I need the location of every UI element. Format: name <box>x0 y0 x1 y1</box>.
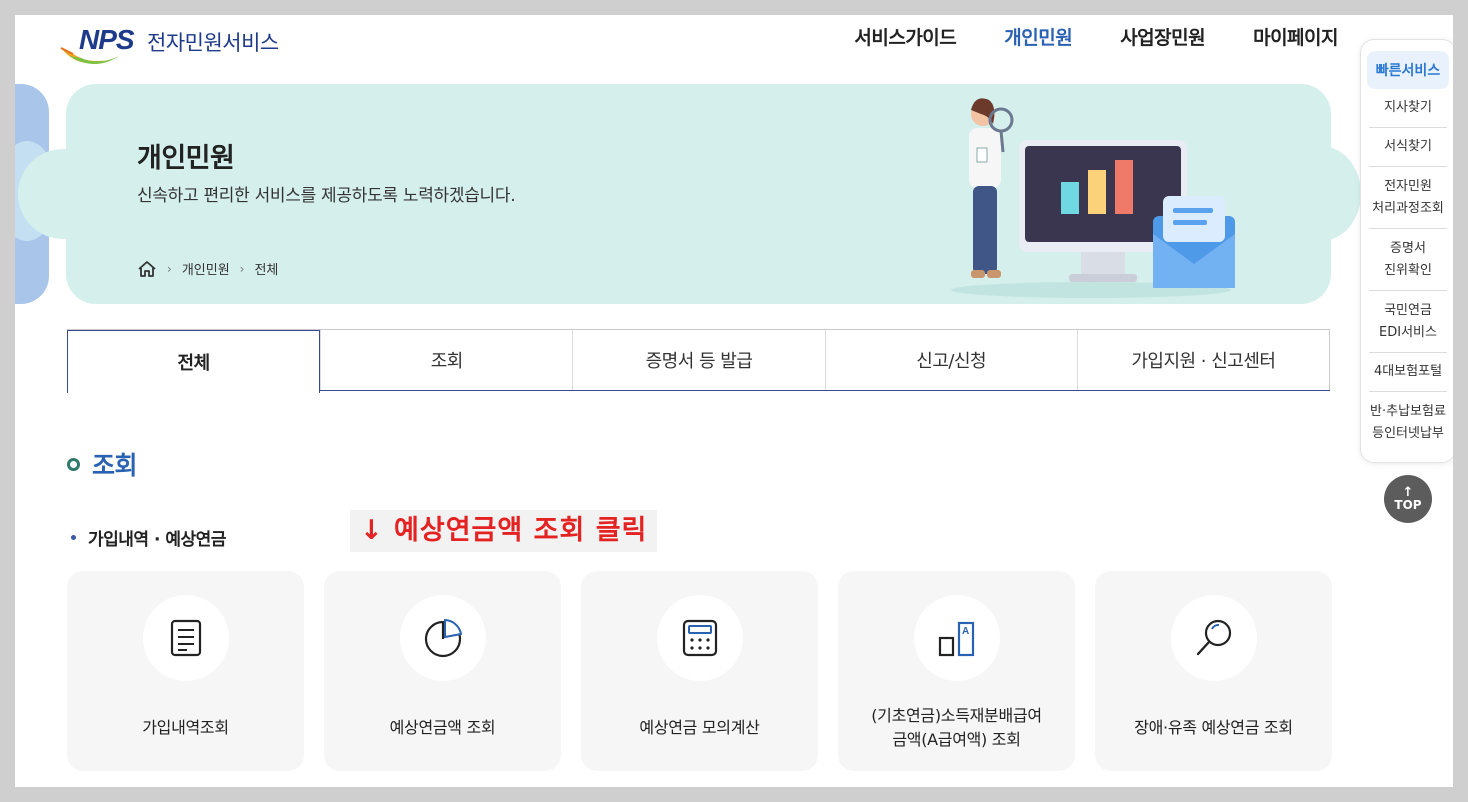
subsection-title: 가입내역 · 예상연금 <box>88 530 226 550</box>
card-label-line: (기초연금)소득재분배급여 <box>871 706 1042 725</box>
breadcrumb-current: 전체 <box>254 263 279 278</box>
card-expected-pension[interactable]: 예상연금액 조회 <box>324 571 561 771</box>
tab-certificate[interactable]: 증명서 등 발급 <box>572 330 825 390</box>
chevron-right-icon: › <box>167 261 172 276</box>
card-disability-survivor[interactable]: 장애·유족 예상연금 조회 <box>1095 571 1332 771</box>
card-label-line: 가입내역조회 <box>142 718 229 737</box>
quick-item-label: 증명서 <box>1390 240 1426 256</box>
card-icon-circle: A <box>913 595 1000 681</box>
quick-item-label: 지사찾기 <box>1384 100 1432 115</box>
service-cards: 가입내역조회 예상연금액 조회 예상연금 모의계산 A (기초연금)소득재분배급… <box>67 571 1332 771</box>
breadcrumb: › 개인민원 › 전체 <box>137 259 278 278</box>
quick-item-label: 등인터넷납부 <box>1372 426 1444 441</box>
subsection-heading: 가입내역 · 예상연금 <box>71 525 226 550</box>
tab-support-center[interactable]: 가입지원 · 신고센터 <box>1076 330 1331 390</box>
nav-service-guide[interactable]: 서비스가이드 <box>854 23 956 50</box>
banner-illustration <box>951 98 1235 298</box>
quick-item-certificate-verify[interactable]: 증명서진위확인 <box>1369 229 1447 291</box>
section-bullet-icon <box>67 457 80 471</box>
svg-text:A: A <box>962 626 969 637</box>
tab-all[interactable]: 전체 <box>67 330 321 393</box>
nav-business-civil[interactable]: 사업장민원 <box>1120 23 1205 50</box>
quick-item-label: 4대보험포털 <box>1373 364 1443 379</box>
quick-item-label: 서식찾기 <box>1384 139 1432 154</box>
card-label: 장애·유족 예상연금 조회 <box>1095 716 1332 740</box>
section-title: 조회 <box>92 451 138 480</box>
card-label-line: 금액(A급여액) 조회 <box>892 730 1021 749</box>
click-annotation: ↓ 예상연금액 조회 클릭 <box>350 510 658 552</box>
quick-item-process-status[interactable]: 전자민원처리과정조회 <box>1369 167 1447 229</box>
quick-item-label: 반·추납보험료 <box>1370 404 1446 419</box>
quick-item-form-finder[interactable]: 서식찾기 <box>1369 128 1447 167</box>
page-subtitle: 신속하고 편리한 서비스를 제공하도록 노력하겠습니다. <box>137 186 516 206</box>
category-tabs: 전체 조회 증명서 등 발급 신고/신청 가입지원 · 신고센터 <box>67 329 1331 393</box>
tab-report-apply[interactable]: 신고/신청 <box>824 330 1077 390</box>
subsection-bullet-icon <box>71 535 76 540</box>
quick-service-menu: 빠른서비스 지사찾기 서식찾기 전자민원처리과정조회 증명서진위확인 국민연금 E… <box>1360 39 1453 463</box>
section-heading: 조회 <box>67 446 138 482</box>
quick-item-label: 국민연금 <box>1384 302 1432 318</box>
nav-personal-civil[interactable]: 개인민원 <box>1004 23 1072 50</box>
card-label: 예상연금액 조회 <box>324 716 561 740</box>
global-nav: 서비스가이드 개인민원 사업장민원 마이페이지 <box>854 23 1338 50</box>
quick-item-insurance-portal[interactable]: 4대보험포털 <box>1369 353 1447 392</box>
quick-menu-title: 빠른서비스 <box>1367 51 1449 89</box>
magnifier-icon <box>1196 619 1231 656</box>
home-icon[interactable] <box>137 260 157 278</box>
card-icon-circle <box>399 595 486 681</box>
quick-item-label: 진위확인 <box>1384 262 1432 278</box>
quick-item-branch-finder[interactable]: 지사찾기 <box>1369 89 1447 128</box>
card-pension-simulation[interactable]: 예상연금 모의계산 <box>581 571 818 771</box>
scroll-top-button[interactable]: ↑ TOP <box>1384 475 1432 523</box>
quick-item-edi-service[interactable]: 국민연금 EDI서비스 <box>1369 291 1447 353</box>
card-label-line: 장애·유족 예상연금 조회 <box>1134 718 1293 737</box>
page-title: 개인민원 <box>137 143 235 174</box>
nps-wordmark: NPS <box>79 24 135 55</box>
card-icon-circle <box>1170 595 1257 681</box>
page-frame: NPS 전자민원서비스 서비스가이드 개인민원 사업장민원 마이페이지 개인민원… <box>15 15 1453 787</box>
nav-mypage[interactable]: 마이페이지 <box>1253 23 1338 50</box>
quick-item-label: EDI서비스 <box>1379 324 1437 340</box>
a-benefit-icon: A <box>938 621 974 657</box>
card-icon-circle <box>142 595 229 681</box>
logo-service-name: 전자민원서비스 <box>147 31 279 55</box>
card-icon-circle <box>656 595 743 681</box>
card-label: (기초연금)소득재분배급여 금액(A급여액) 조회 <box>838 704 1075 752</box>
card-label-line: 예상연금 모의계산 <box>639 718 760 737</box>
quick-item-label: 처리과정조회 <box>1372 200 1444 216</box>
page-banner: 개인민원 신속하고 편리한 서비스를 제공하도록 노력하겠습니다. › 개인민원… <box>18 84 1361 304</box>
calculator-icon <box>682 619 717 657</box>
top-label: TOP <box>1394 498 1422 512</box>
quick-item-label: 전자민원 <box>1384 178 1432 194</box>
document-icon <box>170 619 201 657</box>
tab-inquiry[interactable]: 조회 <box>320 330 573 390</box>
nps-logo-mark: NPS <box>59 20 151 64</box>
breadcrumb-item[interactable]: 개인민원 <box>182 259 230 278</box>
pie-chart-icon <box>424 618 462 658</box>
card-label: 가입내역조회 <box>67 716 304 740</box>
nps-logo[interactable]: NPS 전자민원서비스 <box>59 19 279 65</box>
card-a-benefit[interactable]: A (기초연금)소득재분배급여 금액(A급여액) 조회 <box>838 571 1075 771</box>
chevron-right-icon: › <box>239 261 245 276</box>
quick-item-online-payment[interactable]: 반·추납보험료등인터넷납부 <box>1369 392 1447 454</box>
card-label-line: 예상연금액 조회 <box>389 718 496 737</box>
card-enrollment-history[interactable]: 가입내역조회 <box>67 571 304 771</box>
card-label: 예상연금 모의계산 <box>581 716 818 740</box>
